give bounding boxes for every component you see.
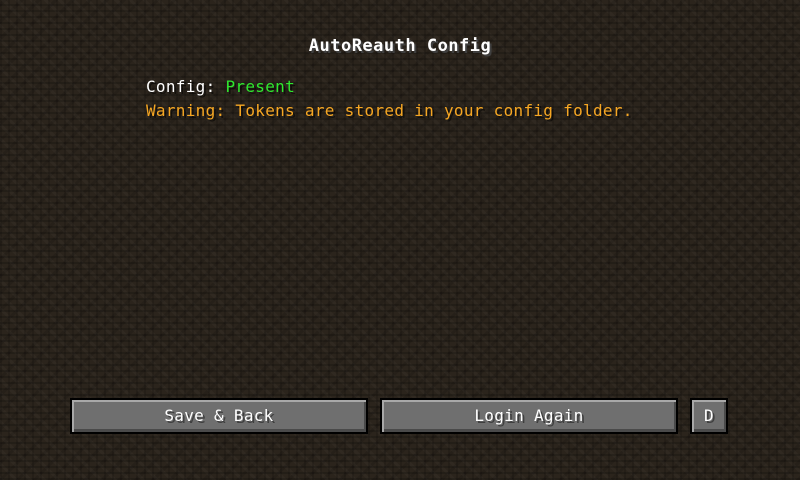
config-label: Config:	[146, 77, 226, 96]
token-warning: Warning: Tokens are stored in your confi…	[146, 101, 633, 120]
config-status-value: Present	[225, 77, 295, 96]
save-and-back-button[interactable]: Save & Back	[70, 398, 368, 434]
login-again-button[interactable]: Login Again	[380, 398, 678, 434]
screen-title: AutoReauth Config	[308, 36, 492, 56]
d-button[interactable]: D	[690, 398, 728, 434]
config-status-line: Config: Present	[146, 77, 295, 96]
